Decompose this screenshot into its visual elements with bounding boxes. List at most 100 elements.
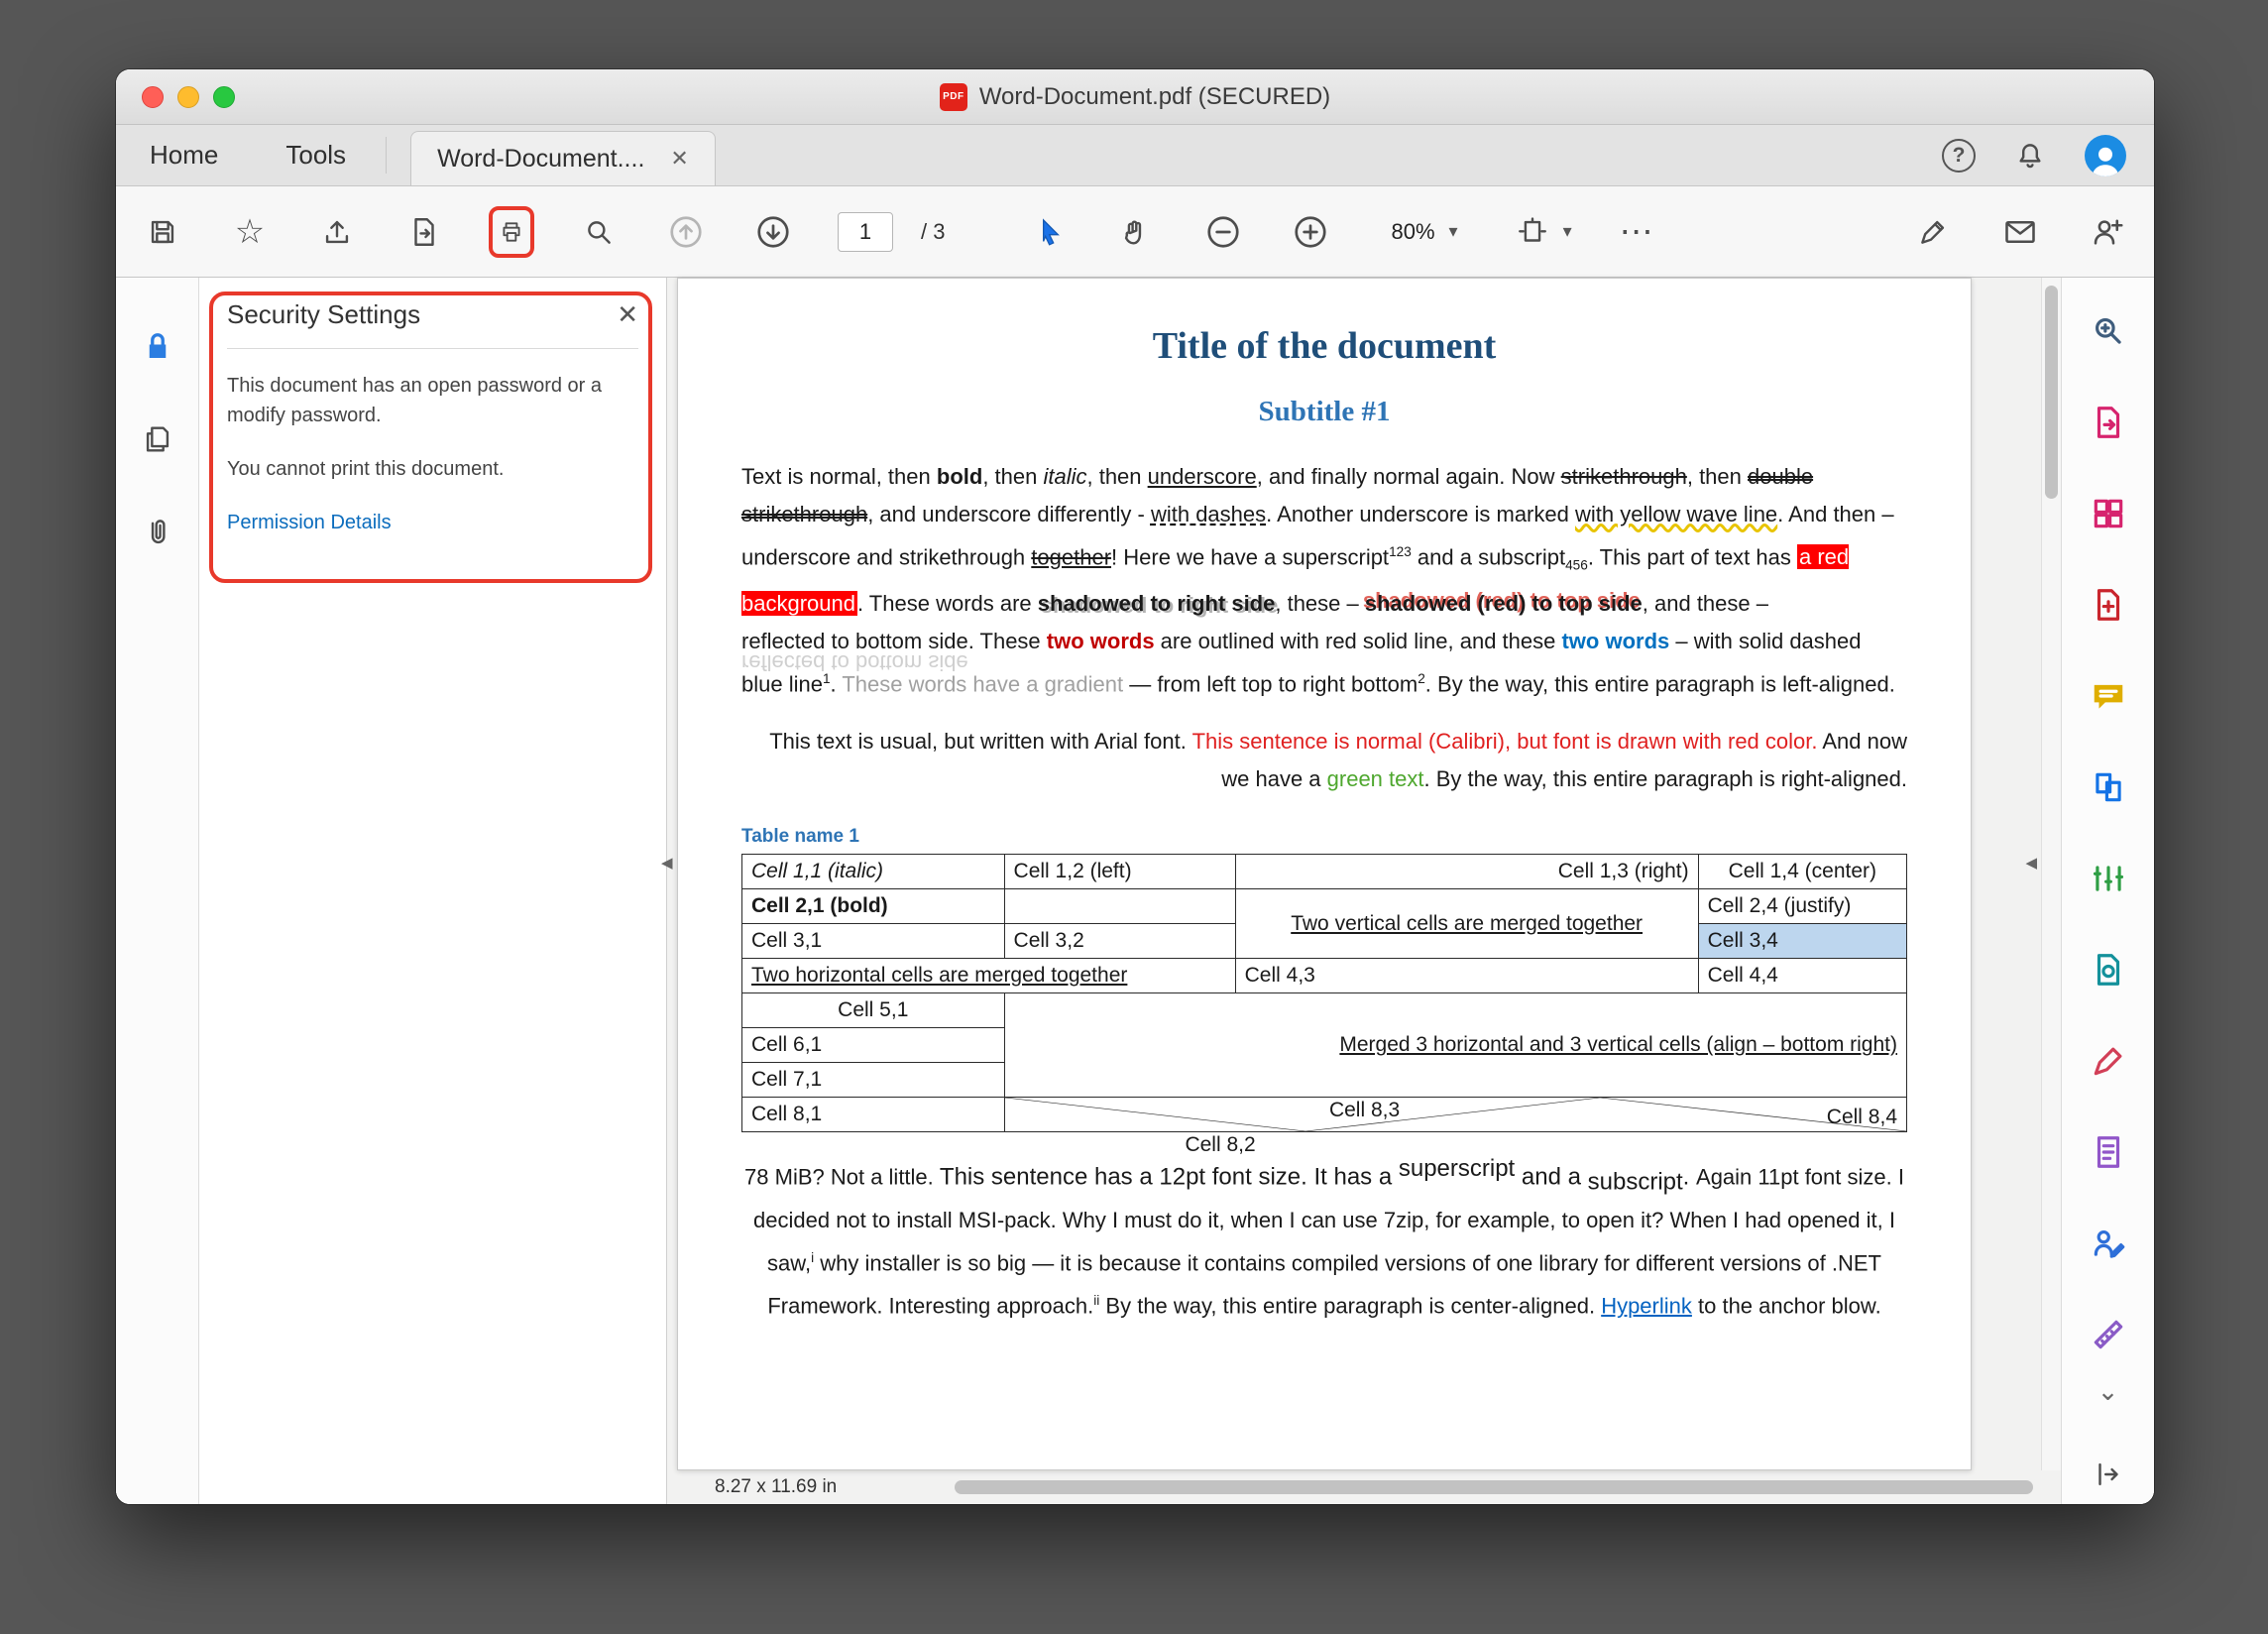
close-window-button[interactable]: [142, 86, 164, 108]
horizontal-scrollbar-thumb[interactable]: [955, 1480, 2033, 1494]
comment-button[interactable]: [2084, 672, 2133, 720]
strikethrough-text: strikethrough: [1561, 464, 1687, 489]
table-row: Cell 5,1 Merged 3 horizontal and 3 verti…: [742, 993, 1907, 1028]
table-cell: Cell 4,3: [1236, 959, 1699, 993]
star-icon: ☆: [235, 215, 265, 249]
text: By the way, this entire paragraph is cen…: [1099, 1293, 1601, 1318]
superscript-text: 2: [1418, 671, 1425, 686]
permission-details-link[interactable]: Permission Details: [227, 512, 392, 534]
panel-close-icon[interactable]: ✕: [617, 299, 638, 330]
zoom-level-value: 80%: [1391, 219, 1434, 245]
organize-pages-icon: [2090, 495, 2127, 532]
sign-pen-button[interactable]: [1910, 206, 1956, 258]
chevron-down-icon: ▾: [1563, 221, 1572, 242]
table-cell: Cell 1,1 (italic): [742, 855, 1005, 889]
paperclip-icon: [141, 516, 174, 549]
fit-width-select[interactable]: ▾: [1516, 215, 1572, 249]
attachments-tab[interactable]: [133, 508, 182, 557]
zoom-out-button[interactable]: [1200, 206, 1246, 258]
table-cell-merged-block: Merged 3 horizontal and 3 vertical cells…: [1005, 993, 1907, 1098]
cursor-icon: [1033, 216, 1065, 248]
bell-icon: [2013, 139, 2047, 173]
text: . This part of text has: [1588, 544, 1797, 569]
more-tools-button-pane[interactable]: [2084, 1128, 2133, 1176]
more-tools-button[interactable]: ⋯: [1614, 206, 1659, 258]
tab-close-icon[interactable]: ✕: [670, 146, 688, 172]
measure-button[interactable]: [2084, 1311, 2133, 1358]
page-size-label: 8.27 x 11.69 in: [715, 1476, 837, 1498]
person-pen-icon: [2090, 1225, 2127, 1262]
hyperlink[interactable]: Hyperlink: [1601, 1293, 1692, 1318]
next-page-button[interactable]: [750, 206, 796, 258]
horizontal-scrollbar[interactable]: [955, 1480, 2033, 1494]
add-person-icon: [2090, 214, 2125, 250]
favorite-button[interactable]: ☆: [227, 206, 273, 258]
search-button[interactable]: [576, 206, 622, 258]
minus-circle-icon: [1204, 213, 1242, 251]
collapse-left-pane-handle[interactable]: ◀: [661, 854, 673, 872]
printer-icon: [499, 214, 524, 250]
request-signatures-button[interactable]: [2084, 1220, 2133, 1267]
organize-pages-button[interactable]: [2084, 490, 2133, 537]
table-cell-label: Cell 8,3: [1329, 1099, 1400, 1122]
text: .: [831, 671, 843, 696]
fill-and-sign-button[interactable]: [2084, 1037, 2133, 1085]
document-bottom-bar: 8.27 x 11.69 in: [667, 1470, 2061, 1504]
share-people-button[interactable]: [2085, 206, 2130, 258]
app-window: PDF Word-Document.pdf (SECURED) Home Too…: [116, 69, 2154, 1504]
bold-text: bold: [937, 464, 982, 489]
minimize-window-button[interactable]: [177, 86, 199, 108]
notifications-button[interactable]: [2007, 130, 2053, 181]
table-cell-empty: [1005, 889, 1236, 924]
security-settings-tab[interactable]: [133, 321, 182, 371]
text: 78 MiB? Not a little.: [744, 1164, 940, 1189]
envelope-icon: [2002, 214, 2038, 250]
text: Text is normal, then: [741, 464, 937, 489]
save-button[interactable]: [140, 206, 185, 258]
create-pdf-button[interactable]: [2084, 581, 2133, 629]
table-cell-highlighted: Cell 3,4: [1699, 924, 1907, 959]
measure-icon: [2090, 1316, 2127, 1353]
text: are outlined with red solid line, and th…: [1155, 629, 1562, 653]
fullscreen-window-button[interactable]: [213, 86, 235, 108]
protect-pdf-button[interactable]: [2084, 946, 2133, 993]
share-email-button[interactable]: [1997, 206, 2043, 258]
page-number-input[interactable]: [838, 212, 893, 252]
expand-tools-pane-button[interactable]: [2084, 1451, 2133, 1498]
collapse-right-pane-handle[interactable]: ◀: [2025, 854, 2037, 872]
diagonal-lines: [1005, 1098, 1906, 1131]
magnifier-plus-icon: [2090, 312, 2127, 350]
combine-files-button[interactable]: [2084, 763, 2133, 811]
select-tool-button[interactable]: [1026, 206, 1072, 258]
left-sidebar: [116, 278, 199, 1504]
tab-bar: Home Tools Word-Document.... ✕ ?: [116, 125, 2154, 186]
upload-share-button[interactable]: [314, 206, 360, 258]
table-cell: Cell 1,2 (left): [1005, 855, 1236, 889]
vertical-scrollbar[interactable]: [2041, 278, 2061, 1470]
export-pdf-button[interactable]: [2084, 399, 2133, 446]
window-title-wrap: PDF Word-Document.pdf (SECURED): [940, 83, 1330, 111]
text: . Another underscore is marked: [1266, 502, 1575, 526]
export-file-button[interactable]: [401, 206, 447, 258]
panel-title: Security Settings: [227, 299, 420, 330]
edit-pdf-button[interactable]: [2084, 855, 2133, 902]
italic-text: italic: [1043, 464, 1086, 489]
zoom-in-button[interactable]: [1288, 206, 1333, 258]
tab-tools[interactable]: Tools: [252, 125, 380, 185]
zoom-tools-button[interactable]: [2084, 307, 2133, 355]
tab-document[interactable]: Word-Document.... ✕: [410, 131, 716, 185]
save-icon: [146, 215, 179, 249]
tab-home[interactable]: Home: [116, 125, 252, 185]
help-button[interactable]: ?: [1942, 139, 1976, 173]
hand-tool-button[interactable]: [1113, 206, 1159, 258]
page-thumbnails-tab[interactable]: [133, 414, 182, 464]
print-button[interactable]: [489, 206, 534, 258]
zoom-level-select[interactable]: 80% ▾: [1391, 219, 1457, 245]
account-avatar[interactable]: [2085, 135, 2126, 176]
previous-page-button[interactable]: [663, 206, 709, 258]
edit-pdf-icon: [2090, 860, 2127, 897]
overflow-icon: ⋯: [1620, 215, 1653, 249]
reflected-text: reflected to bottom side: [741, 629, 968, 653]
tools-scroll-chevron[interactable]: ⌄: [2098, 1376, 2119, 1407]
vertical-scrollbar-thumb[interactable]: [2045, 286, 2058, 499]
